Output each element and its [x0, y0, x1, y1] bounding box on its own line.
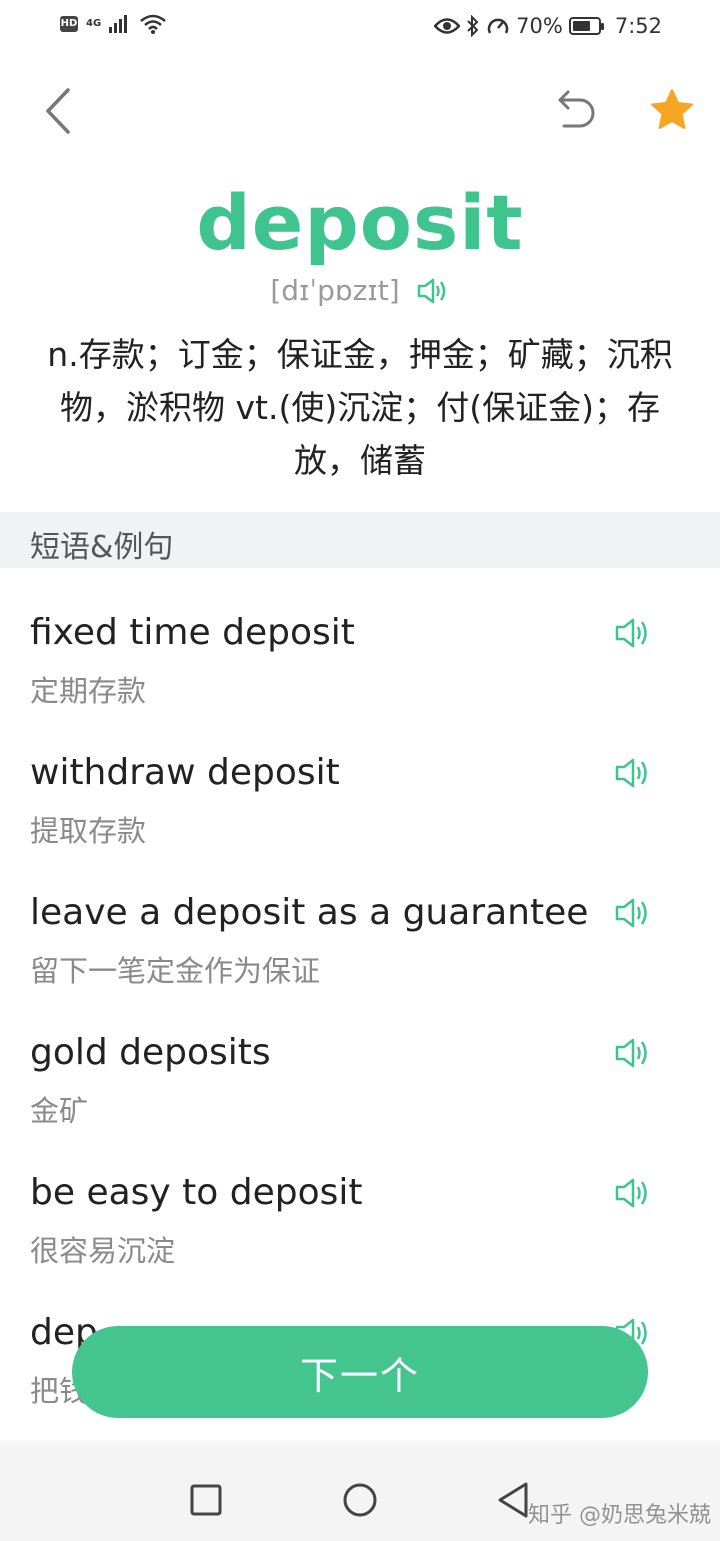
section-title: 短语&例句 [30, 530, 174, 565]
status-left: HD 4G [60, 14, 167, 34]
definition: n.存款；订金；保证金，押金；矿藏；沉积物，淤积物 vt.(使)沉淀；付(保证金… [47, 335, 673, 480]
divider [0, 1440, 720, 1460]
speed-icon [487, 18, 509, 34]
phrase-en: gold deposits [30, 1032, 271, 1073]
section-header: 短语&例句 [0, 512, 720, 568]
wifi-icon [140, 14, 166, 34]
next-button[interactable]: 下一个 [72, 1326, 648, 1418]
status-bar: HD 4G 70% 7:52 [0, 0, 720, 56]
phonetic-row: [dɪˈpɒzɪt] [0, 274, 720, 307]
bluetooth-icon [467, 15, 479, 37]
eye-icon [434, 18, 461, 34]
list-item[interactable]: be easy to deposit 很容易沉淀 [0, 1172, 720, 1312]
battery-level [572, 21, 590, 31]
phrase-en: fixed time deposit [30, 612, 355, 653]
phrase-zh: 定期存款 [30, 674, 147, 708]
system-nav-bar: 知乎 @奶思兔米兢 [0, 1458, 720, 1541]
speaker-icon[interactable] [614, 1036, 652, 1070]
battery-percent: 70% [516, 14, 563, 38]
speaker-icon[interactable] [614, 1176, 652, 1210]
status-right: 70% 7:52 [434, 14, 662, 38]
watermark: 知乎 @奶思兔米兢 [528, 1503, 711, 1528]
hd-badge: HD [60, 16, 78, 32]
recents-icon[interactable] [184, 1478, 228, 1522]
star-icon[interactable] [650, 88, 694, 132]
list-item[interactable]: leave a deposit as a guarantee 留下一笔定金作为保… [0, 892, 720, 1032]
phonetic: [dɪˈpɒzɪt] [270, 274, 400, 307]
speaker-icon[interactable] [614, 756, 652, 790]
chevron-left-icon[interactable] [38, 86, 78, 136]
phrase-zh: 很容易沉淀 [30, 1234, 176, 1268]
speaker-icon[interactable] [614, 616, 652, 650]
phrase-zh: 金矿 [30, 1094, 89, 1128]
list-item[interactable]: withdraw deposit 提取存款 [0, 752, 720, 892]
home-icon[interactable] [338, 1478, 382, 1522]
network-type: 4G [86, 18, 102, 29]
phrase-en: be easy to deposit [30, 1172, 363, 1213]
battery-icon [568, 17, 604, 35]
phrase-en: leave a deposit as a guarantee [30, 892, 589, 933]
list-item[interactable]: fixed time deposit 定期存款 [0, 612, 720, 752]
clock: 7:52 [614, 14, 662, 38]
phrase-en: withdraw deposit [30, 752, 340, 793]
phrase-zh: 留下一笔定金作为保证 [30, 954, 321, 988]
undo-icon[interactable] [554, 86, 598, 134]
headword: deposit [196, 178, 524, 267]
signal-icon [109, 15, 128, 33]
speaker-icon[interactable] [416, 276, 450, 306]
phrase-zh: 提取存款 [30, 814, 147, 848]
speaker-icon[interactable] [614, 896, 652, 930]
list-item[interactable]: gold deposits 金矿 [0, 1032, 720, 1172]
